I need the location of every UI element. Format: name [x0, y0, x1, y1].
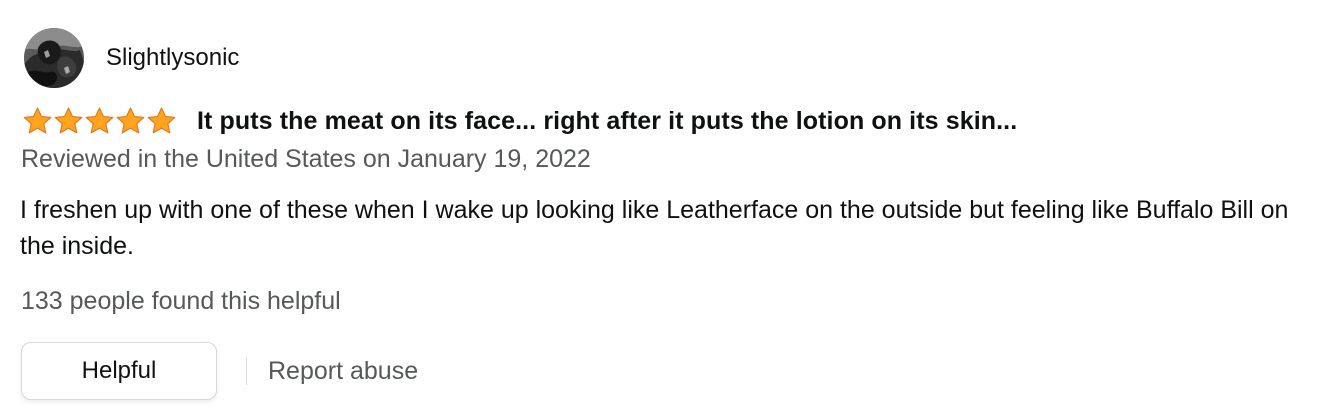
report-abuse-link[interactable]: Report abuse: [268, 357, 418, 386]
star-icon: [115, 106, 146, 137]
review-body: I freshen up with one of these when I wa…: [20, 196, 1289, 260]
star-icon: [84, 106, 115, 137]
review-actions: Helpful Report abuse: [21, 341, 418, 401]
review-date: Reviewed in the United States on January…: [21, 145, 591, 173]
rating-title-row: It puts the meat on its face... right af…: [22, 104, 1017, 138]
helpful-count: 133 people found this helpful: [21, 287, 341, 315]
helpful-button[interactable]: Helpful: [21, 342, 217, 400]
reviewer-name[interactable]: Slightlysonic: [106, 44, 239, 72]
review-title[interactable]: It puts the meat on its face... right af…: [197, 107, 1017, 136]
user-avatar-photo-icon: [24, 28, 84, 88]
star-icon: [146, 106, 177, 137]
star-icon: [22, 106, 53, 137]
divider: [246, 357, 247, 385]
customer-review: Slightlysonic It puts the meat on its fa…: [0, 0, 1334, 420]
star-icon: [53, 106, 84, 137]
avatar[interactable]: [24, 28, 84, 88]
star-rating[interactable]: [22, 104, 177, 138]
reviewer-profile[interactable]: Slightlysonic: [24, 28, 239, 88]
